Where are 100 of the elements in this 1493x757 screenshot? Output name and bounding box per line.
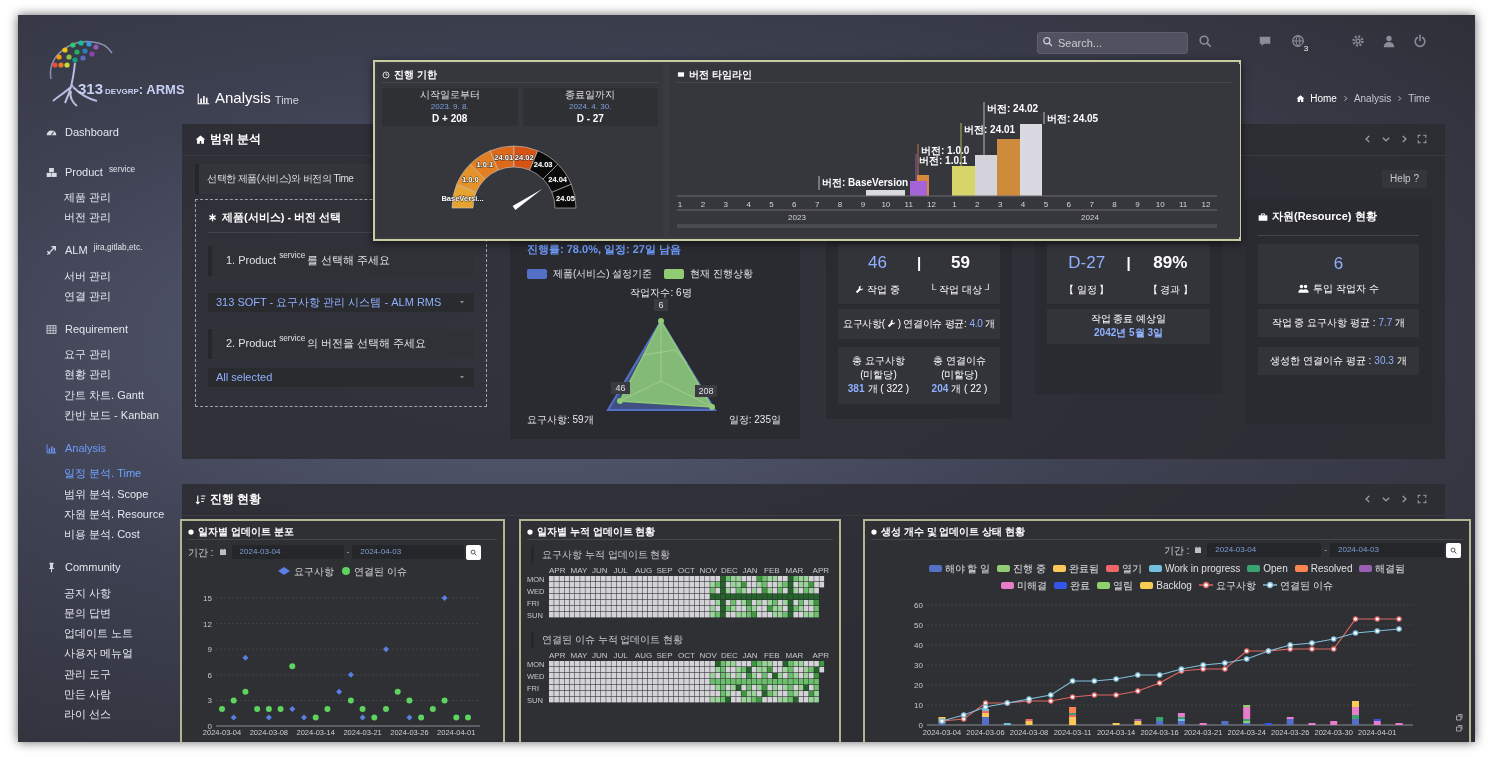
day-count: D - 27	[576, 113, 604, 125]
month-label: 9	[860, 200, 866, 209]
month-label: 7	[1089, 200, 1094, 209]
legend-label: 현재 진행상황	[690, 267, 754, 281]
step-label: 1. Product $^{service}$ 를 선택해 주세요	[208, 245, 474, 276]
page-title: Analysis	[215, 88, 271, 108]
stat-label: 요구사항(	[842, 317, 885, 331]
stat-value: 381	[847, 382, 865, 396]
panel-title: 범위 분석	[210, 131, 262, 148]
panel-title: 진행 기한	[394, 68, 437, 82]
legend-label: Work in progress	[1164, 561, 1241, 576]
month-label: 4	[746, 200, 751, 209]
value-label: 6	[654, 299, 668, 311]
panel-title: 버전 타임라인	[689, 68, 752, 82]
legend-label: 열림	[1113, 578, 1134, 593]
legend-label: 제품(서비스) 설정기준	[553, 267, 653, 281]
stat-value: 89%	[1152, 252, 1189, 275]
month-label: 10	[1155, 200, 1165, 209]
month-label: JUN	[592, 650, 608, 660]
month-label: 2	[975, 200, 980, 209]
stat-value: 4.0	[969, 317, 983, 331]
month-label: MAR	[785, 650, 804, 660]
stat-value: 2042년 5월 3일	[1094, 326, 1163, 340]
axis-label: 30	[914, 660, 923, 670]
legend-label: 진행 중	[1013, 561, 1046, 576]
month-label: JUN	[592, 565, 608, 575]
month-label: MAR	[785, 565, 804, 575]
axis-label: 40	[914, 640, 923, 650]
separator-text: |	[916, 252, 922, 273]
month-label: 8	[1112, 200, 1117, 209]
axis-label: 9	[207, 644, 212, 654]
month-label: 6	[792, 200, 797, 209]
month-label: APR	[812, 650, 829, 660]
month-label: 4	[1020, 200, 1026, 209]
legend-label: 미해결	[1017, 578, 1048, 593]
month-label: JUL	[613, 650, 628, 660]
month-label: FEB	[764, 650, 780, 660]
stat-value: 7.7	[1378, 316, 1393, 330]
month-label: MAY	[570, 565, 588, 575]
legend-label: Backlog	[1156, 578, 1192, 593]
axis-label: 12	[203, 619, 212, 629]
chart-title: 일자별 업데이트 분포	[198, 525, 294, 539]
axis-label: 10	[914, 700, 923, 710]
month-label: 10	[881, 200, 891, 209]
month-label: OCT	[678, 650, 695, 660]
month-label: MAY	[570, 650, 588, 660]
stat-value: 46	[867, 252, 888, 275]
stat-label: (미할당)	[941, 368, 978, 382]
stat-value: 59	[950, 252, 971, 275]
unit-label: 개	[1395, 316, 1406, 330]
unit-label: 개	[1396, 354, 1407, 368]
axis-label: 일정: 235일	[728, 414, 781, 425]
axis-label: 3	[207, 695, 212, 705]
legend-label: Resolved	[1310, 561, 1353, 576]
month-label: 6	[1066, 200, 1071, 209]
logo-text: 313 DEVGRP: ARMS	[78, 79, 185, 99]
value-label: 46	[611, 382, 630, 394]
legend-label: 완료됨	[1068, 561, 1099, 576]
axis-label: 요구사항: 59개	[527, 414, 594, 425]
stat-label: 개 ( 322 )	[867, 382, 910, 396]
month-label: 12	[927, 200, 936, 209]
month-label: DEC	[721, 650, 738, 660]
progress-summary: 진행률: 78.0%, 일정: 27일 남음	[527, 241, 683, 257]
subtitle-bar: 요구사항 누적 업데이트 현황	[531, 546, 833, 563]
bar-label: 버전: 1.0.1	[919, 155, 968, 166]
axis-label: 0	[918, 720, 923, 730]
axis-label: 작업자수: 6명	[630, 287, 692, 298]
chart-title: 일자별 누적 업데이트 현황	[537, 525, 656, 539]
panel-title: 진행 현황	[210, 491, 262, 508]
month-label: 2	[700, 200, 706, 209]
axis-label: 50	[914, 620, 923, 630]
legend-label: 요구사항	[294, 564, 335, 579]
axis-label: 15	[203, 593, 212, 603]
legend-label: 연결된 이슈	[1279, 578, 1333, 593]
bar-label: 버전: 24.05	[1047, 113, 1099, 124]
month-label: AUG	[635, 565, 653, 575]
unit-label: 개	[985, 317, 996, 331]
axis-label: 20	[914, 680, 923, 690]
month-label: 3	[723, 200, 728, 209]
month-label: 1	[677, 200, 683, 209]
year-label: 2023	[788, 213, 806, 222]
chart-title: 생성 개수 및 업데이트 상태 현황	[881, 525, 1025, 539]
stat-value: 204	[931, 382, 949, 396]
month-label: 1	[952, 200, 957, 209]
card-title: 제품(서비스) - 버전 선택	[222, 210, 342, 226]
legend-label: 연결된 이슈	[354, 564, 407, 579]
month-label: SEP	[656, 650, 673, 660]
month-label: NOV	[699, 565, 717, 575]
separator-text: -	[1324, 544, 1327, 556]
stat-label: 투입 작업자 수	[1313, 282, 1379, 297]
month-label: DEC	[721, 565, 738, 575]
stat-label: 총 연결이슈	[933, 354, 986, 368]
legend-label: 해결됨	[1375, 561, 1406, 576]
axis-label: 60	[914, 600, 923, 610]
separator-text: |	[1126, 252, 1131, 273]
step-label: 2. Product $^{service}$ 의 버전을 선택해 주세요	[208, 328, 474, 359]
stat-label: 생성한 연결이슈 평균 :	[1270, 354, 1372, 368]
month-label: APR	[549, 650, 566, 660]
month-label: APR	[812, 565, 829, 575]
stat-value: 30.3	[1374, 354, 1394, 368]
